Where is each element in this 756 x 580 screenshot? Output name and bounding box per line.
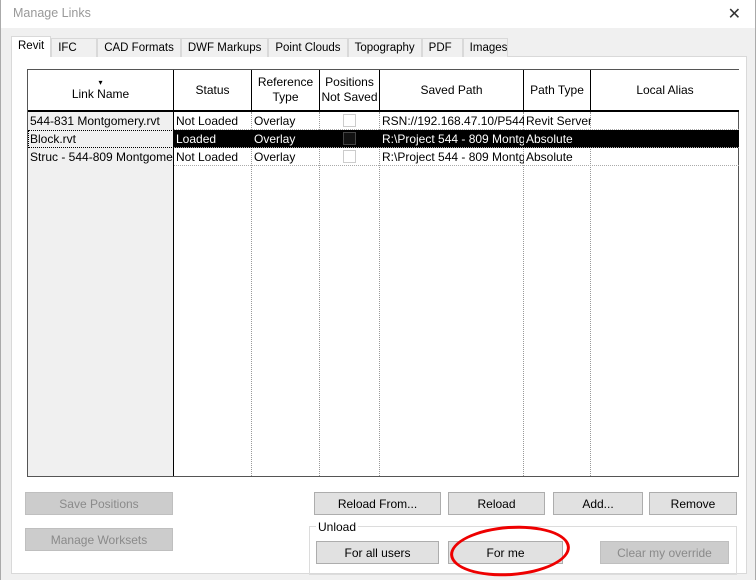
path-type[interactable]: Revit Server — [524, 112, 591, 130]
ptype-column — [524, 112, 591, 476]
add-button[interactable]: Add... — [553, 492, 643, 515]
path-type[interactable]: Absolute — [524, 148, 591, 166]
local-alias — [591, 130, 739, 148]
saved-path: R:\Project 544 - 809 Montg — [382, 132, 524, 146]
tab-pdf[interactable]: PDF — [421, 38, 463, 57]
unload-for-me-button[interactable]: For me — [448, 541, 563, 564]
header-positions-not-saved[interactable]: Positions Not Saved — [320, 70, 380, 112]
status: Loaded — [176, 132, 217, 146]
local-alias — [591, 112, 739, 130]
positions-column — [320, 112, 380, 476]
tab-dwf-markups[interactable]: DWF Markups — [180, 38, 269, 57]
reload-from-button[interactable]: Reload From... — [314, 492, 441, 515]
manage-worksets-button[interactable]: Manage Worksets — [25, 528, 173, 551]
close-icon[interactable]: ✕ — [728, 4, 741, 24]
header-saved-path[interactable]: Saved Path — [380, 70, 524, 112]
reference-type[interactable]: Overlay — [252, 130, 320, 148]
header-path-type[interactable]: Path Type — [524, 70, 591, 112]
link-name: Block.rvt — [28, 130, 174, 148]
local-alias — [591, 148, 739, 166]
path-column — [380, 112, 524, 476]
reload-button[interactable]: Reload — [448, 492, 545, 515]
manage-links-dialog: Manage Links ✕ Revit IFC CAD Formats DWF … — [0, 0, 756, 580]
sort-arrow-icon: ▾ — [98, 77, 103, 87]
clear-my-override-button[interactable]: Clear my override — [600, 541, 729, 564]
status: Not Loaded — [176, 114, 239, 128]
header-link-name[interactable]: ▾ Link Name — [28, 70, 174, 112]
link-name: 544-831 Montgomery.rvt — [28, 112, 174, 130]
header-label: Link Name — [71, 86, 130, 101]
table-row[interactable]: 544-831 Montgomery.rvt Not Loaded Overla… — [28, 112, 739, 130]
saved-path: RSN://192.168.47.10/P544- — [382, 114, 524, 128]
unload-for-all-users-button[interactable]: For all users — [316, 541, 439, 564]
tab-strip: Revit IFC CAD Formats DWF Markups Point … — [11, 36, 508, 57]
ref-column — [252, 112, 320, 476]
positions-checkbox[interactable] — [343, 150, 356, 163]
tab-point-clouds[interactable]: Point Clouds — [268, 38, 348, 57]
tab-images[interactable]: Images — [462, 38, 508, 57]
save-positions-button[interactable]: Save Positions — [25, 492, 173, 515]
positions-checkbox[interactable] — [343, 132, 356, 145]
link-name: Struc - 544-809 Montgomery — [28, 148, 174, 166]
name-column — [28, 112, 174, 476]
remove-button[interactable]: Remove — [649, 492, 737, 515]
table-row[interactable]: Struc - 544-809 Montgomery Not Loaded Ov… — [28, 148, 739, 166]
header-status[interactable]: Status — [174, 70, 252, 112]
links-table: ▾ Link Name Status Reference Type Positio… — [27, 69, 739, 477]
tab-ifc[interactable]: IFC — [51, 38, 98, 57]
tab-revit[interactable]: Revit — [11, 36, 52, 57]
status: Not Loaded — [176, 150, 239, 164]
title-bar: Manage Links ✕ — [1, 0, 755, 28]
tab-topography[interactable]: Topography — [347, 38, 422, 57]
status-column — [174, 112, 252, 476]
path-type[interactable]: Absolute — [524, 130, 591, 148]
positions-checkbox[interactable] — [343, 114, 356, 127]
header-local-alias[interactable]: Local Alias — [591, 70, 739, 112]
table-row-selected[interactable]: Block.rvt Loaded Overlay R:\Project 544 … — [28, 130, 739, 148]
unload-label: Unload — [316, 520, 359, 534]
dialog-title: Manage Links — [13, 6, 91, 20]
reference-type[interactable]: Overlay — [252, 148, 320, 166]
tab-cad-formats[interactable]: CAD Formats — [97, 38, 181, 57]
header-reference-type[interactable]: Reference Type — [252, 70, 320, 112]
reference-type[interactable]: Overlay — [252, 112, 320, 130]
saved-path: R:\Project 544 - 809 Montg — [382, 150, 524, 164]
